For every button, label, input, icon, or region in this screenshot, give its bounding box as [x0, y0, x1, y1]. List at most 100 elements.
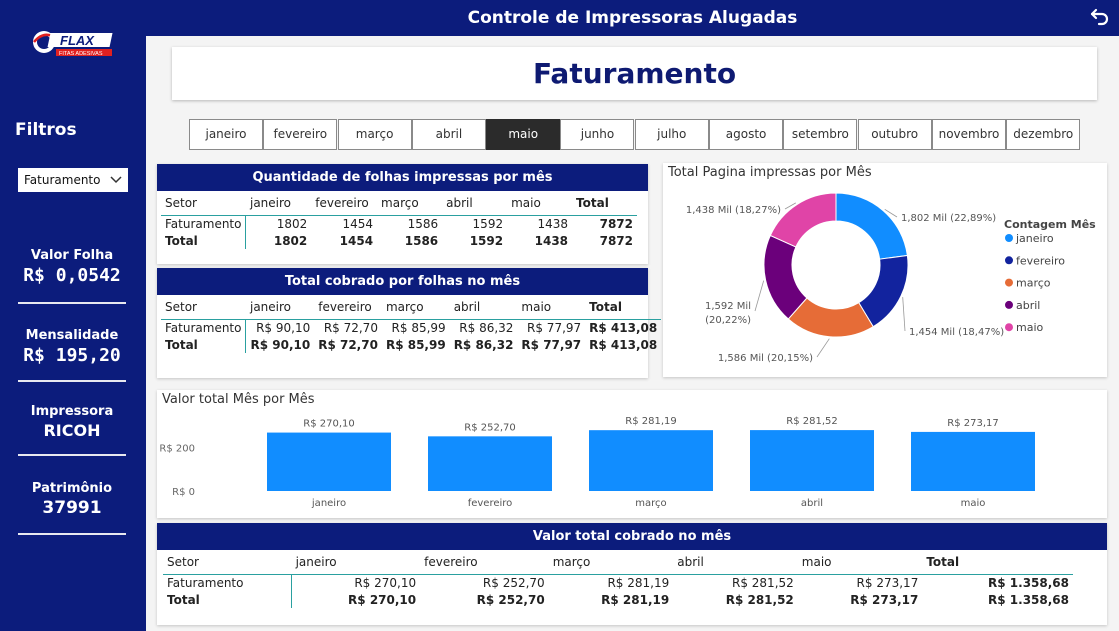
page-title: Faturamento: [172, 47, 1097, 100]
column-header: Setor: [165, 195, 197, 210]
row-label: Total: [161, 336, 247, 353]
table-cell: R$ 270,10: [348, 592, 417, 607]
month-button-julho[interactable]: julho: [634, 119, 709, 150]
legend-item-janeiro[interactable]: janeiro: [1015, 232, 1054, 245]
legend-item-maio[interactable]: maio: [1016, 321, 1044, 334]
kpi-patrimonio: Patrimônio 37991: [18, 481, 126, 535]
donut-legend-title: Contagem Mês: [1004, 218, 1096, 231]
x-tick-label: fevereiro: [468, 498, 513, 509]
month-button-dezembro[interactable]: dezembro: [1006, 119, 1081, 150]
column-header: fevereiro: [318, 299, 372, 314]
x-tick-label: maio: [961, 498, 986, 509]
qty-table: Setor janeiro fevereiro março abril maio Total…: [161, 191, 637, 249]
kpi-valor-folha: Valor Folha R$ 0,0542: [18, 248, 126, 304]
table-cell: R$ 413,08: [585, 318, 662, 336]
table-cell: R$ 273,17: [797, 573, 923, 591]
bar-data-label: R$ 281,19: [625, 416, 676, 427]
legend-item-março[interactable]: março: [1016, 277, 1051, 290]
x-tick-label: janeiro: [311, 498, 346, 509]
column-header: maio: [801, 554, 832, 569]
month-button-abril[interactable]: abril: [411, 119, 486, 150]
legend-marker: [1005, 256, 1013, 265]
table-cell: R$ 273,17: [850, 592, 919, 607]
brand-logo: FLAX FITAS ADESIVAS: [33, 31, 113, 57]
donut-data-label: 1,454 Mil (18,47%): [909, 327, 1004, 338]
kpi-value: R$ 195,20: [23, 345, 121, 366]
bar-abril[interactable]: [750, 430, 874, 491]
table-cell: R$ 252,70: [476, 592, 545, 607]
bar-janeiro[interactable]: [267, 432, 391, 491]
charged-table-card: Total cobrado por folhas no mês Setor jan…: [157, 268, 662, 378]
bar-maio[interactable]: [911, 431, 1035, 491]
filter-dropdown-value: Faturamento: [24, 173, 101, 187]
legend-item-fevereiro[interactable]: fevereiro: [1016, 254, 1065, 267]
back-arrow-icon[interactable]: [1089, 6, 1111, 28]
month-button-fevereiro[interactable]: fevereiro: [263, 119, 338, 150]
month-slicer: janeiro fevereiro março abril maio junho julho…: [189, 119, 1081, 150]
row-label: Faturamento: [161, 214, 247, 232]
kpi-impressora: Impressora RICOH: [18, 404, 126, 456]
table-cell: R$ 86,32: [453, 337, 514, 352]
table-cell: 1438: [507, 214, 573, 232]
legend-marker: [1005, 300, 1013, 309]
total-table: Setor janeiro fevereiro março abril maio Total…: [163, 550, 1073, 608]
legend-item-abril[interactable]: abril: [1016, 299, 1040, 312]
table-cell: 1802: [273, 233, 308, 248]
column-header: Total: [576, 195, 609, 210]
table-row: Faturamento 1802 1454 1586 1592 1438 7872: [161, 214, 637, 232]
table-cell: R$ 90,10: [250, 337, 311, 352]
bar-chart: R$ 0 R$ 200 R$ 270,10 janeiro R$ 252,70 fever…: [159, 416, 1035, 509]
table-cell: 7872: [599, 233, 633, 248]
table-cell: R$ 281,52: [673, 573, 798, 591]
charged-table-title: Total cobrado por folhas no mês: [157, 268, 648, 295]
month-button-setembro[interactable]: setembro: [783, 119, 858, 150]
column-header: janeiro: [249, 195, 292, 210]
x-tick-label: abril: [801, 498, 823, 509]
month-button-junho[interactable]: junho: [560, 119, 635, 150]
table-cell: R$ 85,99: [381, 318, 450, 336]
month-button-março[interactable]: março: [337, 119, 412, 150]
filter-dropdown[interactable]: Faturamento: [18, 168, 128, 192]
kpi-label: Patrimônio: [31, 481, 113, 496]
donut-data-label: 1,586 Mil (20,15%): [718, 353, 813, 364]
month-button-maio[interactable]: maio: [486, 119, 561, 150]
app-title: Controle de Impressoras Alugadas: [467, 8, 798, 28]
column-header: fevereiro: [424, 554, 478, 569]
month-button-janeiro[interactable]: janeiro: [189, 119, 263, 150]
kpi-label: Mensalidade: [25, 328, 119, 343]
donut-slice-maio[interactable]: [769, 192, 837, 248]
x-tick-label: março: [635, 498, 666, 509]
table-cell: R$ 90,10: [245, 318, 315, 336]
table-cell: 1586: [404, 233, 439, 248]
kpi-value: R$ 0,0542: [23, 265, 121, 286]
table-row: Total R$ 270,10 R$ 252,70 R$ 281,19 R$ 281,5…: [163, 591, 1073, 608]
table-cell: R$ 281,52: [725, 592, 794, 607]
bar-fevereiro[interactable]: [428, 436, 552, 491]
row-label: Faturamento: [161, 318, 247, 336]
table-cell: 1802: [245, 214, 312, 232]
table-cell: R$ 77,97: [517, 318, 586, 336]
column-header: Total: [926, 554, 960, 569]
month-button-outubro[interactable]: outubro: [857, 119, 932, 150]
bar-data-label: R$ 273,17: [947, 418, 998, 429]
column-header: maio: [521, 299, 552, 314]
row-label: Faturamento: [163, 573, 293, 591]
qty-table-card: Quantidade de folhas impressas por mês S…: [157, 164, 648, 264]
month-button-agosto[interactable]: agosto: [709, 119, 784, 150]
donut-data-label: 1,592 Mil (20,22%): [705, 301, 751, 326]
donut-chart: 1,802 Mil (22,89%) 1,454 Mil (18,47%) 1,58…: [686, 192, 1096, 364]
table-row: Total R$ 90,10 R$ 72,70 R$ 85,99 R$ 86,32 R$ …: [161, 336, 661, 353]
donut-slice-janeiro[interactable]: [835, 192, 908, 260]
table-cell: R$ 252,70: [420, 573, 549, 591]
column-header: abril: [453, 299, 481, 314]
logo-subtext: FITAS ADESIVAS: [59, 51, 103, 57]
column-header: Setor: [165, 299, 197, 314]
bar-março[interactable]: [589, 430, 713, 491]
month-button-novembro[interactable]: novembro: [931, 119, 1006, 150]
table-row: Faturamento R$ 270,10 R$ 252,70 R$ 281,19 R$…: [163, 573, 1073, 591]
table-cell: R$ 281,19: [601, 592, 670, 607]
table-cell: 1586: [377, 214, 443, 232]
donut-chart-card: Total Pagina impressas por Mês 1,802 Mil…: [663, 163, 1107, 377]
table-row: Total 1802 1454 1586 1592 1438 7872: [161, 232, 637, 249]
table-cell: 1592: [469, 233, 504, 248]
